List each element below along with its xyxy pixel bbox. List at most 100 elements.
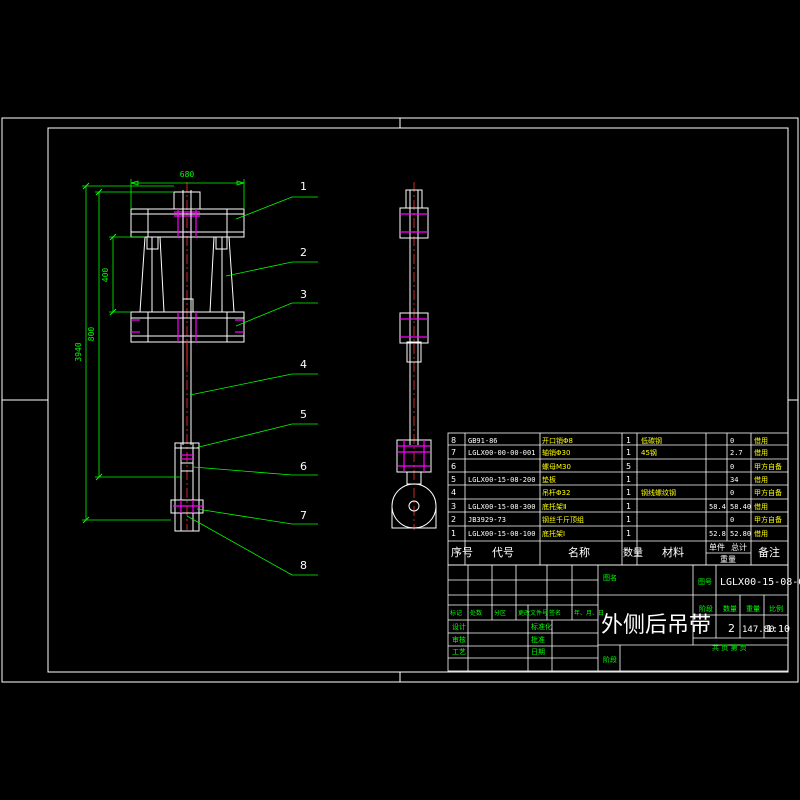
- bom-cell-note: 借用: [754, 502, 768, 511]
- title-drawing-no-label: 图号: [698, 578, 712, 586]
- bom-cell-qty: 1: [626, 448, 631, 457]
- bom-cell-name: 垫板: [542, 475, 556, 484]
- bom-cell-name: 底托架Ⅰ: [542, 529, 565, 538]
- bom-cell-name: 底托架Ⅱ: [542, 502, 566, 511]
- bom-header-total: 总计: [731, 542, 747, 552]
- title-weight-label: 重量: [746, 605, 760, 613]
- bom-cell-total: 58.40: [730, 503, 751, 511]
- bom-cell-code: JB3929-73: [468, 516, 506, 524]
- sign-label: 设计: [452, 622, 466, 631]
- title-scale: 1:10: [766, 624, 790, 635]
- bom-cell-material: 钢线螺纹钢: [641, 488, 676, 497]
- revision-label: 更改文件号: [518, 609, 548, 617]
- bom-cell-note: 借用: [754, 448, 768, 457]
- title-sheet: 共 页 第 页: [712, 643, 747, 652]
- top-bracket: [130, 191, 245, 238]
- bom-cell-no: 6: [451, 462, 456, 471]
- balloon-4: 4: [300, 358, 307, 371]
- bom-cell-no: 5: [451, 475, 456, 484]
- balloon-7: 7: [300, 509, 307, 522]
- bom-cell-note: 借用: [754, 529, 768, 538]
- bom-cell-qty: 1: [626, 515, 631, 524]
- bom-cell-total: 0: [730, 437, 734, 445]
- sign-label-right: 批准: [531, 635, 545, 644]
- bom-cell-material: 低碳钢: [641, 436, 662, 445]
- front-view: 680 400 800 3940 1 2 3 4 5 6 7 8: [74, 170, 318, 576]
- bom-cell-note: 借用: [754, 436, 768, 445]
- sign-label: 工艺: [452, 648, 466, 656]
- bom-cell-no: 2: [451, 515, 456, 524]
- leader-lines: [186, 196, 318, 576]
- bom-cell-name: 钢丝千斤顶组: [542, 515, 584, 524]
- bom-cell-qty: 1: [626, 475, 631, 484]
- bom-cell-no: 8: [451, 436, 456, 445]
- bom-cell-no: 1: [451, 529, 456, 538]
- bom-cell-no: 3: [451, 502, 456, 511]
- balloon-2: 2: [300, 246, 307, 259]
- title-stage-small: 阶段: [603, 655, 617, 664]
- bom-header-note: 备注: [758, 545, 780, 559]
- bom-cell-code: LGLX00-15-08-300: [468, 503, 535, 511]
- bom-cell-code: LGLX00-00-00-001: [468, 449, 535, 457]
- bom-cell-total: 2.7: [730, 449, 743, 457]
- balloon-5: 5: [300, 408, 307, 421]
- bom-rows: 8 GB91-86 开口销Φ8 1 低碳钢 0 借用 7 LGLX00-00-00-001 轴销Φ…: [451, 436, 782, 538]
- title-stage-label: 阶段: [699, 604, 713, 613]
- bom-header-weight: 重量: [720, 554, 736, 564]
- revision-label: 标记: [450, 609, 462, 617]
- balloon-labels: 1 2 3 4 5 6 7 8: [300, 180, 307, 572]
- sign-label: 审核: [452, 635, 466, 644]
- title-scale-label: 比例: [769, 604, 783, 613]
- bom-cell-code: GB91-86: [468, 437, 498, 445]
- bom-cell-note: 甲方自备: [754, 488, 782, 497]
- revision-label: 年、月、日: [574, 609, 604, 617]
- balloon-6: 6: [300, 460, 307, 473]
- bom-cell-qty: 1: [626, 488, 631, 497]
- bom-cell-name: 吊杆Φ32: [542, 488, 570, 497]
- bom-cell-unit: 58.4: [709, 503, 726, 511]
- title-small-label: 图名: [603, 573, 617, 582]
- bom-header-name: 名称: [568, 545, 590, 559]
- revision-label: 分区: [494, 609, 506, 617]
- bom-cell-total: 34: [730, 476, 738, 484]
- title-row-labels: 标记 处数 分区 更改文件号 签名 年、月、日: [450, 609, 604, 617]
- bom-cell-name: 轴销Φ30: [542, 448, 570, 457]
- balloon-8: 8: [300, 559, 307, 572]
- revision-label: 签名: [549, 609, 561, 617]
- balloon-1: 1: [300, 180, 307, 193]
- bom-cell-qty: 1: [626, 436, 631, 445]
- side-view: [391, 182, 437, 530]
- bom-cell-unit: 52.8: [709, 530, 726, 538]
- title-qty-label: 数量: [723, 604, 737, 613]
- title-main: 外侧后吊带: [601, 613, 711, 638]
- bom-cell-no: 7: [451, 448, 456, 457]
- dim-mid-height: 800: [87, 327, 96, 342]
- sign-label-right: 标准化: [531, 622, 552, 631]
- bom-cell-note: 甲方自备: [754, 462, 782, 471]
- bom-cell-code: LGLX00-15-08-100: [468, 530, 535, 538]
- bom-header-no: 序号: [451, 545, 473, 559]
- bom-header-qty: 数量: [623, 546, 643, 559]
- bom-cell-total: 0: [730, 489, 734, 497]
- dim-upper-height: 400: [101, 268, 110, 283]
- bom-cell-name: 开口销Φ8: [542, 436, 573, 445]
- bom-cell-total: 52.80: [730, 530, 751, 538]
- bom-header-unit: 单件: [709, 542, 725, 552]
- middle-bracket: [130, 298, 245, 343]
- dimension-ticks: [82, 182, 117, 524]
- cad-drawing-canvas: 680 400 800 3940 1 2 3 4 5 6 7 8 8 GB91-…: [1, 117, 800, 683]
- bom-cell-qty: 1: [626, 529, 631, 538]
- sign-label-right: 日期: [531, 648, 545, 656]
- bom-cell-note: 借用: [754, 475, 768, 484]
- bom-cell-name: 螺母M30: [542, 462, 571, 471]
- bom-cell-qty: 1: [626, 502, 631, 511]
- bom-header-material: 材料: [662, 545, 684, 559]
- revision-label: 处数: [470, 609, 482, 617]
- dim-total-height: 3940: [74, 342, 83, 361]
- bom-cell-code: LGLX00-15-08-200: [468, 476, 535, 484]
- bom-cell-total: 0: [730, 516, 734, 524]
- bom-cell-qty: 5: [626, 462, 631, 471]
- title-drawing-no: LGLX00-15-08-000: [720, 577, 800, 588]
- bom-cell-note: 甲方自备: [754, 515, 782, 524]
- sheet-frame: [1, 117, 799, 683]
